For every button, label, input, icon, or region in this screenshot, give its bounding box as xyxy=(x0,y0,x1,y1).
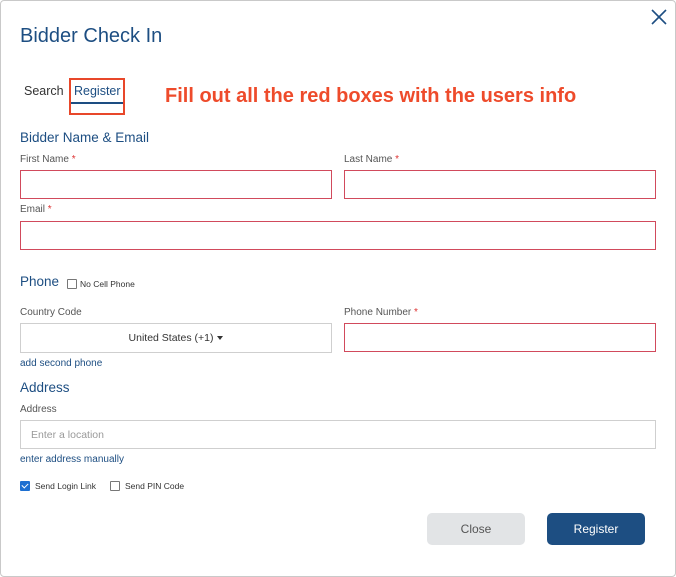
last-name-input[interactable] xyxy=(344,170,656,199)
address-label: Address xyxy=(20,404,57,415)
add-second-phone-link[interactable]: add second phone xyxy=(20,358,102,369)
send-login-link-label: Send Login Link xyxy=(35,481,96,491)
enter-address-manually-link[interactable]: enter address manually xyxy=(20,454,124,465)
annotation-highlight-box xyxy=(69,78,125,115)
modal-title: Bidder Check In xyxy=(20,25,163,47)
phone-number-label: Phone Number * xyxy=(344,307,418,318)
register-button[interactable]: Register xyxy=(547,513,645,545)
first-name-label: First Name * xyxy=(20,154,76,165)
name-email-heading: Bidder Name & Email xyxy=(20,130,150,145)
send-login-link-checkbox[interactable] xyxy=(20,481,30,491)
close-button[interactable]: Close xyxy=(427,513,525,545)
country-code-select[interactable]: United States (+1) xyxy=(20,323,332,353)
no-cell-phone-label: No Cell Phone xyxy=(80,279,135,289)
required-mark: * xyxy=(71,154,76,165)
close-icon[interactable] xyxy=(649,7,669,27)
email-input[interactable] xyxy=(20,221,656,250)
first-name-input[interactable] xyxy=(20,170,332,199)
required-mark: * xyxy=(47,204,52,215)
annotation-text: Fill out all the red boxes with the user… xyxy=(165,85,577,107)
address-placeholder: Enter a location xyxy=(31,429,104,441)
send-pin-code-label: Send PIN Code xyxy=(125,481,185,491)
required-mark: * xyxy=(395,154,400,165)
chevron-down-icon xyxy=(217,336,224,341)
no-cell-phone-checkbox[interactable] xyxy=(67,279,77,289)
address-heading: Address xyxy=(20,380,70,395)
last-name-label: Last Name * xyxy=(344,154,399,165)
tab-search[interactable]: Search xyxy=(24,84,64,98)
bidder-check-in-modal: Bidder Check In Search Register Fill out… xyxy=(0,0,676,577)
first-name-label-text: First Name xyxy=(20,154,69,165)
send-pin-code-checkbox[interactable] xyxy=(110,481,120,491)
phone-heading: Phone xyxy=(20,274,60,289)
phone-number-input[interactable] xyxy=(344,323,656,352)
email-label: Email * xyxy=(20,204,52,215)
required-mark: * xyxy=(414,307,418,318)
address-input[interactable]: Enter a location xyxy=(20,420,656,449)
country-code-label: Country Code xyxy=(20,307,82,318)
email-label-text: Email xyxy=(20,204,46,215)
country-code-value: United States (+1) xyxy=(128,332,214,344)
last-name-label-text: Last Name xyxy=(344,154,393,165)
phone-number-label-text: Phone Number xyxy=(344,307,412,318)
